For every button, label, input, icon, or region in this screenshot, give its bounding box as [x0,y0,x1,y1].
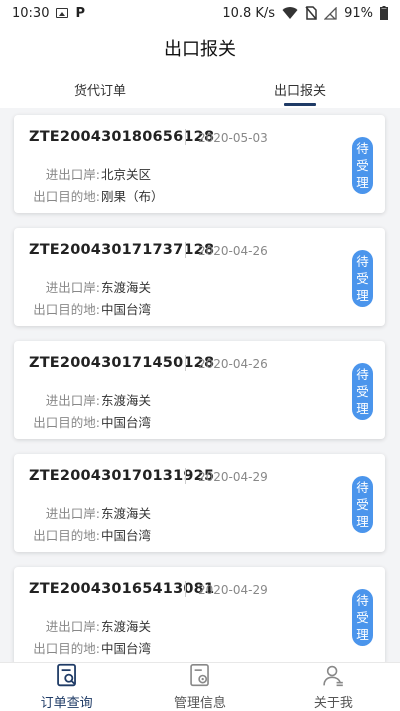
destination-label: 出口目的地: [33,189,100,204]
settings-doc-icon [190,663,209,687]
nav-order-search[interactable]: 订单查询 [0,663,133,711]
destination-value: 中国台湾 [101,302,152,317]
destination-row: 出口目的地: 中国台湾 [14,638,151,657]
order-number: ZTE200430180656128 [29,129,215,145]
port-label: 进出口岸: [45,619,100,634]
tab-export-declaration[interactable]: 出口报关 [200,70,400,108]
port-label: 进出口岸: [45,167,100,182]
port-row: 进出口岸: 东渡海关 [14,390,151,409]
nav-label: 关于我 [313,696,353,711]
nav-label: 订单查询 [40,696,93,711]
port-label: 进出口岸: [45,506,100,521]
status-char: 待 [356,367,369,382]
destination-row: 出口目的地: 中国台湾 [14,412,151,431]
status-char: 受 [356,384,369,399]
port-row: 进出口岸: 北京关区 [14,164,151,183]
app-bar: 出口报关 [0,26,400,70]
status-char: 受 [356,271,369,286]
sim-off-icon [305,6,317,20]
destination-row: 出口目的地: 中国台湾 [14,299,151,318]
nav-management-info[interactable]: 管理信息 [133,663,266,711]
port-row: 进出口岸: 东渡海关 [14,277,151,296]
nav-label: 管理信息 [173,696,226,711]
destination-label: 出口目的地: [33,415,100,430]
order-date: 2020-04-26 [198,244,268,258]
battery-icon [380,6,388,20]
battery-percent: 91% [344,5,373,21]
order-date: 2020-04-26 [198,357,268,371]
order-date: 2020-05-03 [198,131,268,145]
order-number: ZTE200430165413081 [29,581,215,597]
signal-off-icon [324,6,337,20]
port-value: 东渡海关 [101,619,152,634]
status-badge[interactable]: 待 受 理 [352,363,373,420]
status-badge[interactable]: 待 受 理 [352,589,373,646]
status-char: 受 [356,158,369,173]
status-char: 待 [356,593,369,608]
status-char: 受 [356,610,369,625]
status-char: 理 [356,514,369,529]
divider [185,129,186,145]
port-value: 东渡海关 [101,506,152,521]
status-bar: 10:30 P 10.8 K/s 91% [0,0,400,26]
image-icon [56,8,69,18]
order-search-icon [56,663,76,687]
port-value: 北京关区 [101,167,152,182]
network-speed: 10.8 K/s [222,5,276,21]
destination-row: 出口目的地: 刚果（布） [14,186,164,205]
port-label: 进出口岸: [45,393,100,408]
order-card[interactable]: ZTE200430165413081 2020-04-29 进出口岸: 东渡海关… [14,567,385,662]
order-date: 2020-04-29 [198,583,268,597]
status-char: 理 [356,288,369,303]
order-list[interactable]: ZTE200430180656128 2020-05-03 进出口岸: 北京关区… [0,108,400,662]
order-date: 2020-04-29 [198,470,268,484]
destination-value: 中国台湾 [101,528,152,543]
port-row: 进出口岸: 东渡海关 [14,616,151,635]
divider [185,355,186,371]
port-label: 进出口岸: [45,280,100,295]
destination-label: 出口目的地: [33,641,100,656]
order-card[interactable]: ZTE200430170131925 2020-04-29 进出口岸: 东渡海关… [14,454,385,552]
order-card[interactable]: ZTE200430171450128 2020-04-26 进出口岸: 东渡海关… [14,341,385,439]
destination-value: 中国台湾 [101,415,152,430]
user-icon [323,665,344,687]
status-char: 待 [356,480,369,495]
port-value: 东渡海关 [101,393,152,408]
status-char: 受 [356,497,369,512]
port-row: 进出口岸: 东渡海关 [14,503,151,522]
wifi-icon [282,6,298,19]
order-card[interactable]: ZTE200430171737128 2020-04-26 进出口岸: 东渡海关… [14,228,385,326]
tab-bar: 货代订单 出口报关 [0,70,400,108]
destination-row: 出口目的地: 中国台湾 [14,525,151,544]
order-number: ZTE200430171737128 [29,242,215,258]
bottom-navigation: 订单查询 管理信息 关于我 [0,662,400,711]
status-badge[interactable]: 待 受 理 [352,476,373,533]
divider [185,242,186,258]
destination-value: 刚果（布） [101,189,164,204]
destination-label: 出口目的地: [33,528,100,543]
divider [185,581,186,597]
tab-label: 货代订单 [73,83,126,99]
status-char: 理 [356,401,369,416]
status-badge[interactable]: 待 受 理 [352,250,373,307]
order-card[interactable]: ZTE200430180656128 2020-05-03 进出口岸: 北京关区… [14,115,385,213]
status-time: 10:30 [12,5,50,21]
status-badge[interactable]: 待 受 理 [352,137,373,194]
tab-forwarding-orders[interactable]: 货代订单 [0,70,200,108]
port-value: 东渡海关 [101,280,152,295]
divider [185,468,186,484]
destination-value: 中国台湾 [101,641,152,656]
status-char: 理 [356,627,369,642]
status-char: 理 [356,175,369,190]
nav-about-me[interactable]: 关于我 [267,663,400,711]
destination-label: 出口目的地: [33,302,100,317]
order-number: ZTE200430170131925 [29,468,215,484]
page-title: 出口报关 [164,39,236,60]
order-number: ZTE200430171450128 [29,355,215,371]
status-char: 待 [356,141,369,156]
status-char: 待 [356,254,369,269]
p-icon: P [75,5,85,21]
tab-label: 出口报关 [273,83,326,99]
